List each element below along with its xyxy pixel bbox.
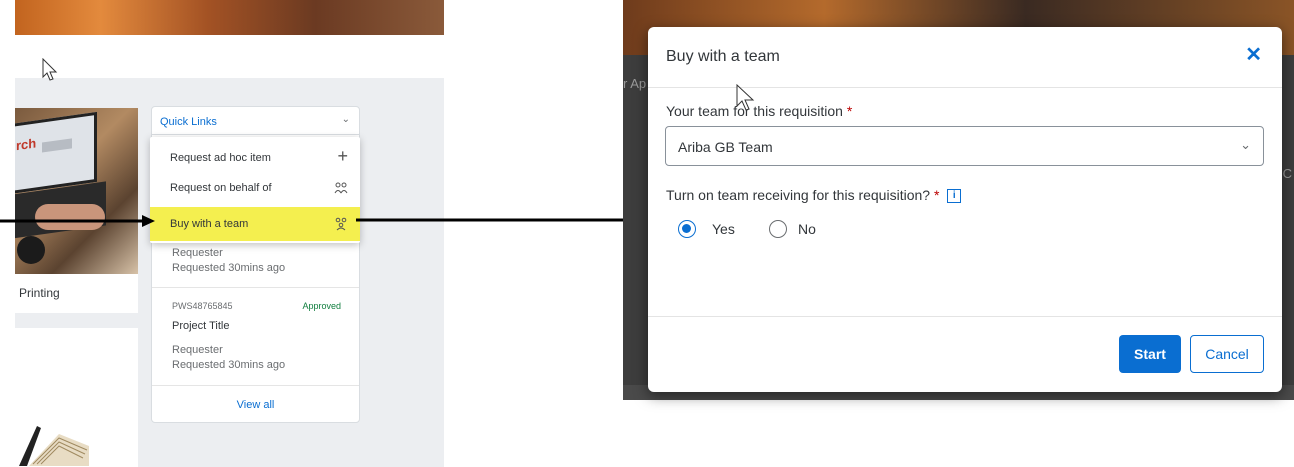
catalog-tile-printing[interactable]: rch Printing	[15, 108, 138, 313]
mug-graphic	[17, 236, 45, 264]
background-text: C	[1282, 166, 1292, 181]
quick-links-menu: Request ad hoc item + Request on behalf …	[150, 137, 360, 243]
header-banner	[15, 0, 444, 35]
quick-links-label: Quick Links	[160, 116, 217, 128]
team-icon	[335, 217, 347, 231]
users-icon	[334, 182, 348, 194]
arrow-right-icon	[0, 215, 155, 227]
request-id: PWS48765845	[172, 301, 233, 311]
catalog-tile-books[interactable]	[15, 328, 138, 467]
radio-yes[interactable]	[678, 220, 696, 238]
laptop-graphic: rch	[15, 111, 97, 195]
chevron-down-icon: ⌄	[1240, 137, 1251, 152]
background-text: r Ap	[623, 76, 647, 91]
radio-no-label: No	[798, 221, 816, 237]
divider	[152, 287, 359, 288]
radio-no[interactable]	[769, 220, 787, 238]
book-graphic	[19, 426, 89, 466]
menu-item-buy-with-team[interactable]: Buy with a team	[150, 207, 360, 241]
dialog-title: Buy with a team	[666, 48, 780, 65]
team-receiving-label: Turn on team receiving for this requisit…	[666, 187, 962, 204]
start-button[interactable]: Start	[1119, 335, 1181, 373]
plus-icon: +	[337, 146, 348, 166]
buy-with-team-dialog: Buy with a team ✕ Your team for this req…	[648, 27, 1282, 392]
view-all-link[interactable]: View all	[152, 399, 359, 411]
request-time: Requested 30mins ago	[172, 359, 286, 371]
info-icon[interactable]: i	[947, 189, 962, 204]
quick-links-select[interactable]: Quick Links ⌄	[152, 107, 359, 135]
required-mark: *	[846, 103, 853, 119]
tile-label: Printing	[19, 286, 60, 300]
request-requester: Requester	[172, 247, 223, 259]
close-icon[interactable]: ✕	[1245, 43, 1262, 67]
divider	[648, 316, 1282, 317]
cancel-button[interactable]: Cancel	[1190, 335, 1264, 373]
tile-image: rch	[15, 108, 138, 274]
radio-yes-label: Yes	[712, 221, 735, 237]
menu-item-request-on-behalf[interactable]: Request on behalf of	[150, 173, 360, 203]
mouse-cursor-icon	[736, 84, 755, 111]
request-requester: Requester	[172, 344, 223, 356]
request-time: Requested 30mins ago	[172, 262, 286, 274]
menu-item-request-ad-hoc[interactable]: Request ad hoc item +	[150, 143, 360, 173]
required-mark: *	[933, 187, 940, 203]
team-select[interactable]: Ariba GB Team ⌄	[665, 126, 1264, 166]
team-field-label: Your team for this requisition *	[666, 103, 853, 119]
request-title: Project Title	[172, 320, 230, 332]
chevron-down-icon: ⌄	[341, 114, 350, 125]
status-badge: Approved	[302, 301, 341, 311]
team-select-value: Ariba GB Team	[678, 139, 773, 155]
left-panel: rch Printing Quick Links ⌄ Requester Req…	[15, 0, 444, 467]
divider	[152, 385, 359, 386]
mouse-cursor-icon	[42, 58, 58, 81]
